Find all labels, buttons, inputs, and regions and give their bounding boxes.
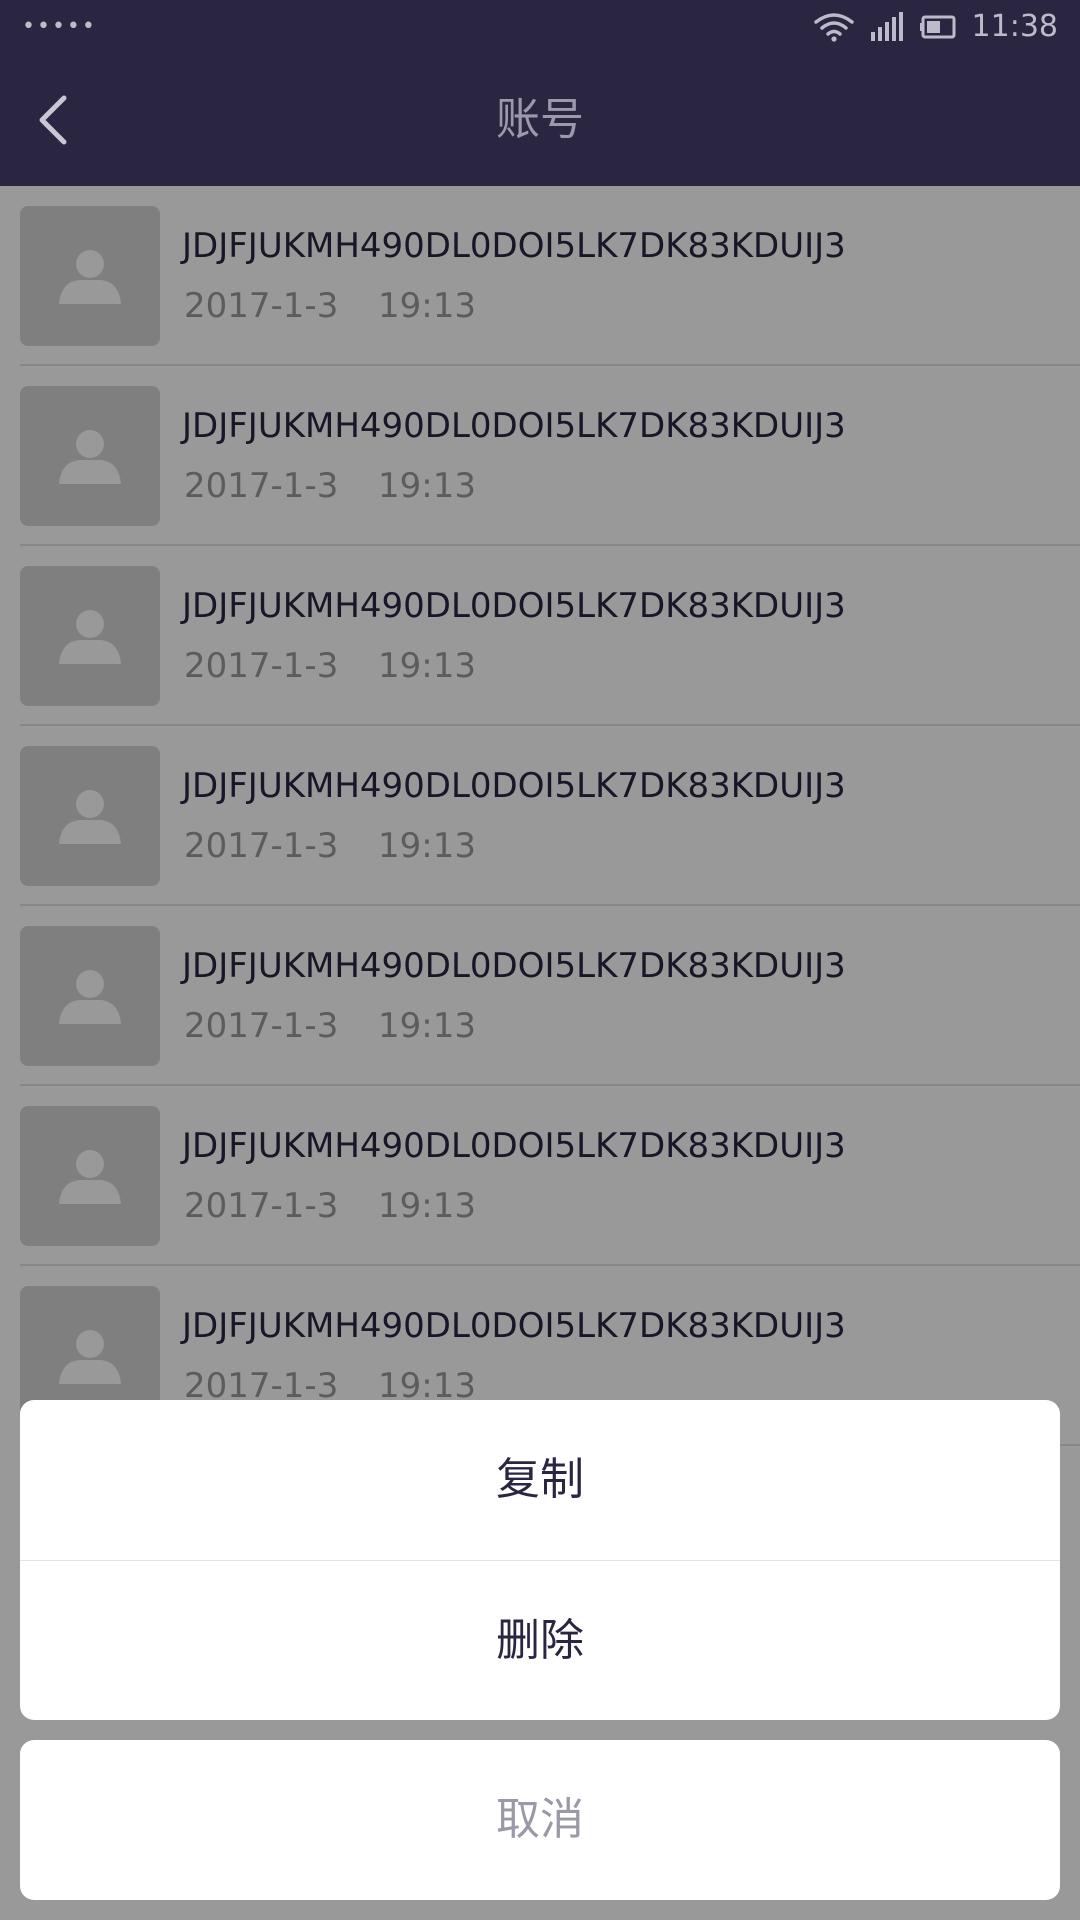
cellular-signal-icon xyxy=(870,12,903,41)
battery-icon xyxy=(919,15,956,39)
status-time: 11:38 xyxy=(971,9,1058,44)
screen: ••••• 11:38 账号 JDJFJUKMH490DL0DOI5LK7DK8… xyxy=(0,0,1080,1920)
wifi-icon xyxy=(813,13,854,42)
delete-button[interactable]: 删除 xyxy=(20,1561,1060,1720)
copy-button[interactable]: 复制 xyxy=(20,1400,1060,1560)
status-icons: 11:38 xyxy=(813,8,1058,46)
cancel-button[interactable]: 取消 xyxy=(20,1740,1060,1900)
status-bar: ••••• 11:38 xyxy=(0,0,1080,54)
carrier-signal-dots: ••••• xyxy=(22,14,97,39)
page-title: 账号 xyxy=(496,94,584,145)
navigation-bar: 账号 xyxy=(0,54,1080,186)
action-sheet: 复制 删除 xyxy=(20,1400,1060,1720)
